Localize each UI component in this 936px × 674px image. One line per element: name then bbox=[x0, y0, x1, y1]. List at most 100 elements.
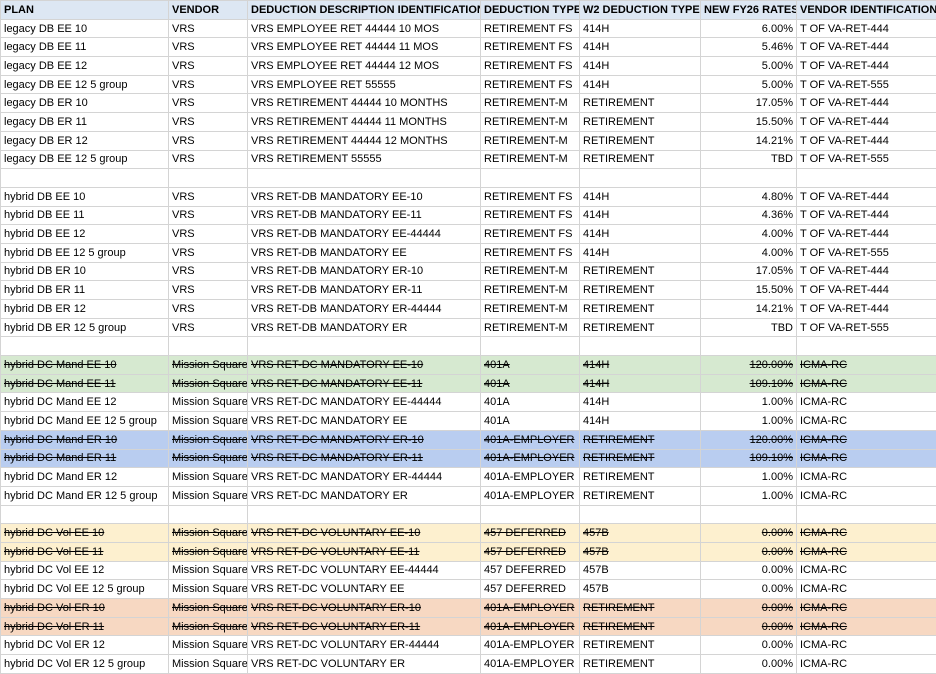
deduction-type-cell[interactable]: 457 DEFERRED bbox=[481, 580, 580, 599]
deduction-type-cell[interactable]: RETIREMENT FS bbox=[481, 225, 580, 244]
vendor-id-cell[interactable]: ICMA-RC bbox=[797, 449, 936, 468]
deduction-description-cell[interactable]: VRS RET-DC VOLUNTARY ER bbox=[248, 655, 481, 674]
deduction-type-cell[interactable]: 457 DEFERRED bbox=[481, 524, 580, 543]
w2-deduction-type-cell[interactable]: 414H bbox=[580, 356, 701, 375]
w2-deduction-type-cell[interactable]: 414H bbox=[580, 412, 701, 431]
deduction-description-cell[interactable]: VRS EMPLOYEE RET 55555 bbox=[248, 75, 481, 94]
vendor-id-cell[interactable]: ICMA-RC bbox=[797, 617, 936, 636]
vendor-cell[interactable]: VRS bbox=[169, 57, 248, 76]
deduction-type-cell[interactable]: RETIREMENT FS bbox=[481, 206, 580, 225]
vendor-id-cell[interactable] bbox=[797, 505, 936, 524]
header-vendor[interactable]: VENDOR bbox=[169, 1, 248, 20]
vendor-cell[interactable]: VRS bbox=[169, 187, 248, 206]
deduction-type-cell[interactable]: RETIREMENT-M bbox=[481, 281, 580, 300]
deduction-description-cell[interactable] bbox=[248, 337, 481, 356]
vendor-cell[interactable]: Mission Square bbox=[169, 524, 248, 543]
vendor-id-cell[interactable]: T OF VA-RET-444 bbox=[797, 206, 936, 225]
vendor-id-cell[interactable]: ICMA-RC bbox=[797, 412, 936, 431]
w2-deduction-type-cell[interactable]: RETIREMENT bbox=[580, 113, 701, 132]
rate-cell[interactable]: 1.00% bbox=[701, 393, 797, 412]
vendor-id-cell[interactable]: ICMA-RC bbox=[797, 655, 936, 674]
rate-cell[interactable]: 120.00% bbox=[701, 356, 797, 375]
w2-deduction-type-cell[interactable]: RETIREMENT bbox=[580, 599, 701, 618]
vendor-cell[interactable]: VRS bbox=[169, 262, 248, 281]
deduction-description-cell[interactable]: VRS RET-DC VOLUNTARY ER-10 bbox=[248, 599, 481, 618]
deduction-type-cell[interactable]: RETIREMENT-M bbox=[481, 94, 580, 113]
vendor-id-cell[interactable]: T OF VA-RET-444 bbox=[797, 131, 936, 150]
vendor-id-cell[interactable]: T OF VA-RET-555 bbox=[797, 150, 936, 169]
deduction-type-cell[interactable]: RETIREMENT-M bbox=[481, 300, 580, 319]
w2-deduction-type-cell[interactable]: 414H bbox=[580, 75, 701, 94]
plan-cell[interactable]: hybrid DC Vol EE 11 bbox=[1, 542, 169, 561]
deduction-description-cell[interactable]: VRS RET-DC MANDATORY ER-10 bbox=[248, 430, 481, 449]
deduction-type-cell[interactable]: 457 DEFERRED bbox=[481, 561, 580, 580]
plan-cell[interactable]: hybrid DC Vol ER 10 bbox=[1, 599, 169, 618]
vendor-id-cell[interactable]: T OF VA-RET-444 bbox=[797, 19, 936, 38]
vendor-id-cell[interactable]: T OF VA-RET-444 bbox=[797, 187, 936, 206]
deduction-description-cell[interactable]: VRS RET-DC VOLUNTARY ER-44444 bbox=[248, 636, 481, 655]
vendor-cell[interactable]: Mission Square bbox=[169, 636, 248, 655]
vendor-id-cell[interactable]: ICMA-RC bbox=[797, 356, 936, 375]
w2-deduction-type-cell[interactable]: 414H bbox=[580, 225, 701, 244]
w2-deduction-type-cell[interactable]: 414H bbox=[580, 38, 701, 57]
w2-deduction-type-cell[interactable]: 414H bbox=[580, 187, 701, 206]
vendor-id-cell[interactable]: T OF VA-RET-555 bbox=[797, 243, 936, 262]
header-vendor-identification[interactable]: VENDOR IDENTIFICATION bbox=[797, 1, 936, 20]
deduction-description-cell[interactable]: VRS RET-DC MANDATORY EE-44444 bbox=[248, 393, 481, 412]
plan-cell[interactable] bbox=[1, 337, 169, 356]
plan-cell[interactable]: legacy DB ER 12 bbox=[1, 131, 169, 150]
deduction-description-cell[interactable]: VRS RET-DB MANDATORY EE-11 bbox=[248, 206, 481, 225]
deduction-description-cell[interactable]: VRS RET-DB MANDATORY EE bbox=[248, 243, 481, 262]
plan-cell[interactable]: hybrid DC Vol ER 12 5 group bbox=[1, 655, 169, 674]
deduction-type-cell[interactable]: RETIREMENT-M bbox=[481, 150, 580, 169]
w2-deduction-type-cell[interactable] bbox=[580, 337, 701, 356]
vendor-id-cell[interactable]: T OF VA-RET-444 bbox=[797, 262, 936, 281]
rate-cell[interactable] bbox=[701, 505, 797, 524]
deduction-type-cell[interactable]: RETIREMENT FS bbox=[481, 38, 580, 57]
deduction-type-cell[interactable]: RETIREMENT-M bbox=[481, 113, 580, 132]
rate-cell[interactable]: 109.10% bbox=[701, 374, 797, 393]
plan-cell[interactable]: hybrid DB ER 12 bbox=[1, 300, 169, 319]
plan-cell[interactable]: hybrid DC Vol EE 12 bbox=[1, 561, 169, 580]
deduction-type-cell[interactable]: 401A bbox=[481, 374, 580, 393]
deduction-type-cell[interactable]: RETIREMENT FS bbox=[481, 187, 580, 206]
plan-cell[interactable]: hybrid DC Vol EE 10 bbox=[1, 524, 169, 543]
w2-deduction-type-cell[interactable]: RETIREMENT bbox=[580, 94, 701, 113]
plan-cell[interactable]: hybrid DC Mand ER 12 5 group bbox=[1, 486, 169, 505]
plan-cell[interactable]: legacy DB EE 11 bbox=[1, 38, 169, 57]
vendor-cell[interactable]: VRS bbox=[169, 225, 248, 244]
plan-cell[interactable]: legacy DB EE 12 5 group bbox=[1, 150, 169, 169]
vendor-cell[interactable]: Mission Square bbox=[169, 393, 248, 412]
deduction-description-cell[interactable]: VRS RET-DB MANDATORY EE-44444 bbox=[248, 225, 481, 244]
vendor-cell[interactable]: VRS bbox=[169, 300, 248, 319]
deduction-description-cell[interactable]: VRS RET-DC MANDATORY ER bbox=[248, 486, 481, 505]
vendor-id-cell[interactable]: ICMA-RC bbox=[797, 636, 936, 655]
vendor-cell[interactable]: VRS bbox=[169, 318, 248, 337]
deduction-description-cell[interactable] bbox=[248, 505, 481, 524]
vendor-cell[interactable]: Mission Square bbox=[169, 374, 248, 393]
rate-cell[interactable]: 0.00% bbox=[701, 561, 797, 580]
deduction-type-cell[interactable]: 401A bbox=[481, 412, 580, 431]
deduction-description-cell[interactable]: VRS RET-DC VOLUNTARY EE-10 bbox=[248, 524, 481, 543]
vendor-cell[interactable]: Mission Square bbox=[169, 356, 248, 375]
deduction-type-cell[interactable]: 401A-EMPLOYER bbox=[481, 636, 580, 655]
vendor-cell[interactable]: VRS bbox=[169, 131, 248, 150]
plan-cell[interactable]: hybrid DB ER 10 bbox=[1, 262, 169, 281]
vendor-cell[interactable]: VRS bbox=[169, 243, 248, 262]
header-w2-deduction-type[interactable]: W2 DEDUCTION TYPE bbox=[580, 1, 701, 20]
deduction-type-cell[interactable]: 401A-EMPLOYER bbox=[481, 655, 580, 674]
plan-cell[interactable]: hybrid DC Mand EE 12 bbox=[1, 393, 169, 412]
vendor-cell[interactable]: Mission Square bbox=[169, 580, 248, 599]
deduction-description-cell[interactable]: VRS RET-DC MANDATORY ER-11 bbox=[248, 449, 481, 468]
deduction-type-cell[interactable]: RETIREMENT-M bbox=[481, 262, 580, 281]
rate-cell[interactable]: 5.00% bbox=[701, 57, 797, 76]
vendor-cell[interactable]: VRS bbox=[169, 19, 248, 38]
vendor-cell[interactable]: Mission Square bbox=[169, 617, 248, 636]
vendor-id-cell[interactable]: ICMA-RC bbox=[797, 393, 936, 412]
plan-cell[interactable]: hybrid DC Vol EE 12 5 group bbox=[1, 580, 169, 599]
deduction-description-cell[interactable] bbox=[248, 169, 481, 188]
vendor-cell[interactable]: Mission Square bbox=[169, 468, 248, 487]
vendor-id-cell[interactable]: ICMA-RC bbox=[797, 561, 936, 580]
vendor-id-cell[interactable]: T OF VA-RET-444 bbox=[797, 225, 936, 244]
vendor-cell[interactable]: VRS bbox=[169, 38, 248, 57]
